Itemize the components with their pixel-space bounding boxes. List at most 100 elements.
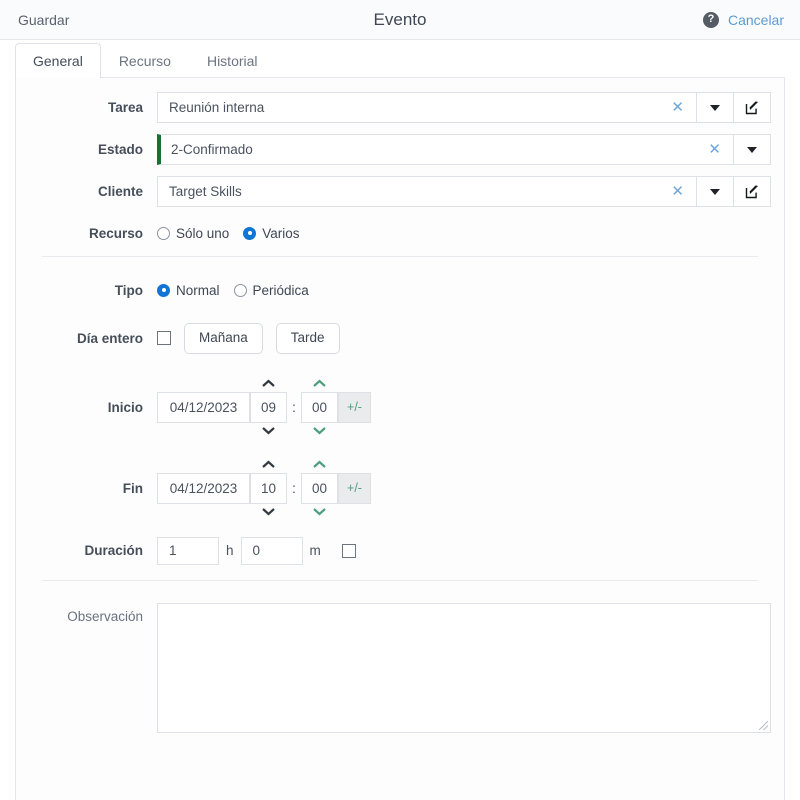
tipo-radio-group: Normal Periódica — [157, 283, 309, 298]
save-button[interactable]: Guardar — [18, 12, 69, 28]
radio-label: Periódica — [252, 282, 309, 298]
duracion-hours-input[interactable]: 1 — [157, 536, 219, 565]
dia-entero-checkbox[interactable] — [157, 331, 171, 346]
tarea-input[interactable]: Reunión interna ✕ — [157, 92, 697, 123]
cliente-input[interactable]: Target Skills ✕ — [157, 176, 697, 207]
inicio-plusminus-button[interactable]: +/- — [338, 391, 371, 423]
fin-date-input[interactable]: 04/12/2023 — [157, 472, 250, 504]
duracion-minutes-input[interactable]: 0 — [240, 536, 303, 565]
resize-grip-icon[interactable] — [759, 720, 768, 730]
recurso-radio-group: Sólo uno Varios — [157, 226, 300, 241]
label-fin: Fin — [122, 480, 143, 496]
chevron-down-icon[interactable] — [312, 423, 327, 439]
inicio-hour-input[interactable]: 09 — [250, 391, 287, 423]
label-estado: Estado — [97, 142, 143, 157]
radio-label: Sólo uno — [176, 225, 230, 241]
estado-input[interactable]: 2-Confirmado ✕ — [157, 134, 734, 165]
tarea-value: Reunión interna — [169, 100, 265, 115]
section-divider — [42, 579, 758, 581]
manana-button[interactable]: Mañana — [184, 323, 263, 354]
tab-panel-general: Tarea Reunión interna ✕ Estado 2-Confirm… — [15, 77, 785, 800]
fin-hour-input[interactable]: 10 — [250, 472, 287, 504]
tab-bar: General Recurso Historial — [0, 40, 800, 78]
radio-recurso-varios[interactable]: Varios — [243, 226, 300, 241]
inicio-minute-spinner: 00 — [301, 376, 338, 439]
tarea-dropdown-button[interactable] — [697, 92, 734, 123]
tarde-button[interactable]: Tarde — [275, 323, 340, 354]
cliente-dropdown-button[interactable] — [697, 176, 734, 207]
estado-dropdown-button[interactable] — [734, 134, 771, 165]
cliente-edit-button[interactable] — [734, 176, 771, 207]
label-recurso: Recurso — [88, 225, 143, 241]
tab-general[interactable]: General — [15, 43, 101, 78]
label-inicio: Inicio — [107, 399, 143, 415]
label-observacion: Observación — [67, 608, 143, 624]
field-row-dia-entero: Día entero Mañana Tarde — [29, 323, 771, 354]
clear-x-icon[interactable]: ✕ — [667, 184, 688, 199]
fin-plusminus-button[interactable]: +/- — [338, 472, 371, 504]
field-row-estado: Estado 2-Confirmado ✕ — [29, 134, 771, 165]
edit-pencil-icon — [745, 185, 758, 199]
cliente-combo: Target Skills ✕ — [157, 176, 771, 207]
label-tipo: Tipo — [114, 282, 143, 298]
cancel-button[interactable]: Cancelar — [728, 12, 784, 28]
field-row-fin: Fin 04/12/2023 10 : 00 +/- — [29, 457, 771, 520]
label-tarea: Tarea — [107, 100, 143, 115]
help-circle-icon[interactable]: ? — [702, 11, 719, 28]
section-divider — [42, 256, 758, 257]
field-row-cliente: Cliente Target Skills ✕ — [29, 176, 771, 207]
edit-pencil-icon — [745, 101, 758, 115]
inicio-time-separator: : — [292, 398, 296, 415]
tarea-combo: Reunión interna ✕ — [157, 92, 771, 123]
chevron-down-icon[interactable] — [261, 504, 276, 520]
chevron-up-icon[interactable] — [261, 457, 276, 473]
field-row-recurso: Recurso Sólo uno Varios — [29, 218, 771, 248]
chevron-down-icon[interactable] — [312, 504, 327, 520]
radio-icon — [233, 283, 247, 297]
field-row-tarea: Tarea Reunión interna ✕ — [29, 92, 771, 123]
radio-label: Normal — [176, 282, 220, 298]
chevron-up-icon[interactable] — [261, 376, 276, 392]
tarea-edit-button[interactable] — [734, 92, 771, 123]
chevron-down-icon — [710, 188, 720, 195]
tab-historial[interactable]: Historial — [189, 43, 276, 78]
radio-tipo-periodica[interactable]: Periódica — [233, 282, 309, 298]
chevron-up-icon[interactable] — [312, 457, 327, 473]
fin-hour-spinner: 10 — [250, 457, 287, 520]
fin-datetime-group: 04/12/2023 10 : 00 +/- — [157, 457, 371, 520]
label-dia-entero: Día entero — [76, 330, 143, 346]
page-title: Evento — [373, 9, 427, 29]
duracion-hours-unit: h — [226, 543, 234, 559]
observacion-textarea[interactable] — [157, 602, 771, 733]
inicio-date-input[interactable]: 04/12/2023 — [157, 391, 250, 423]
radio-icon-selected — [157, 283, 170, 297]
fin-time-separator: : — [292, 479, 296, 496]
inicio-minute-input[interactable]: 00 — [301, 391, 338, 423]
field-row-inicio: Inicio 04/12/2023 09 : 00 +/- — [29, 376, 771, 439]
duracion-checkbox[interactable] — [341, 543, 356, 558]
tab-recurso[interactable]: Recurso — [101, 43, 189, 78]
field-row-duracion: Duración 1 h 0 m — [29, 536, 771, 566]
inicio-datetime-group: 04/12/2023 09 : 00 +/- — [157, 376, 371, 439]
estado-combo: 2-Confirmado ✕ — [157, 134, 771, 165]
fin-minute-input[interactable]: 00 — [301, 472, 338, 504]
field-row-tipo: Tipo Normal Periódica — [29, 275, 771, 305]
duracion-minutes-unit: m — [309, 543, 321, 559]
toolbar-right-group: ? Cancelar — [702, 11, 784, 28]
label-duracion: Duración — [84, 543, 143, 559]
clear-x-icon[interactable]: ✕ — [667, 100, 688, 115]
chevron-down-icon — [710, 104, 720, 111]
cliente-value: Target Skills — [169, 184, 242, 199]
estado-value: 2-Confirmado — [171, 142, 253, 157]
radio-tipo-normal[interactable]: Normal — [157, 283, 220, 298]
duracion-controls: 1 h 0 m — [157, 536, 356, 565]
radio-recurso-solo-uno[interactable]: Sólo uno — [157, 226, 229, 241]
field-row-observacion: Observación — [29, 602, 771, 733]
radio-icon — [157, 226, 170, 240]
label-cliente: Cliente — [97, 184, 143, 199]
fin-minute-spinner: 00 — [301, 457, 338, 520]
chevron-up-icon[interactable] — [312, 376, 327, 392]
inicio-hour-spinner: 09 — [250, 376, 287, 439]
chevron-down-icon[interactable] — [261, 423, 276, 439]
clear-x-icon[interactable]: ✕ — [704, 142, 725, 157]
